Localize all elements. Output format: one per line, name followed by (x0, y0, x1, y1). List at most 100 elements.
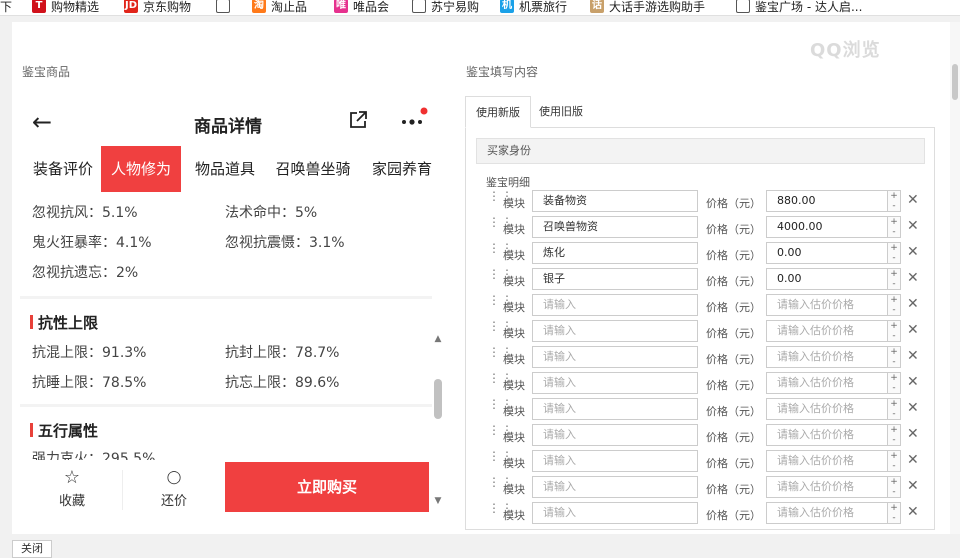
preview-scrollbar[interactable]: ▲ ▼ (432, 334, 444, 524)
bookmark-item[interactable]: T 购物精选 (32, 0, 99, 15)
module-name-input[interactable]: 召唤兽物资 (532, 216, 698, 238)
tab-old-version[interactable]: 使用旧版 (529, 96, 593, 128)
tab-character-cultivation[interactable]: 人物修为 (101, 146, 181, 192)
module-name-input[interactable]: 银子 (532, 268, 698, 290)
delete-row-icon[interactable]: ✕ (907, 270, 919, 286)
yen-coin-icon: ◯ (166, 470, 182, 485)
delete-row-icon[interactable]: ✕ (907, 218, 919, 234)
buyer-identity-header[interactable]: 买家身份 (476, 138, 925, 164)
scrollbar-thumb[interactable] (434, 379, 442, 419)
price-input[interactable]: 请输入估价价格 (766, 502, 888, 524)
price-stepper[interactable]: + - (888, 372, 901, 394)
bookmark-item[interactable]: 苏宁易购 (412, 0, 479, 15)
page-scrollbar[interactable] (950, 22, 960, 534)
drag-handle-icon[interactable]: ⋮⋮ (488, 372, 513, 390)
delete-row-icon[interactable]: ✕ (907, 452, 919, 468)
bookmark-item[interactable]: 唯唯品会 (334, 0, 389, 15)
price-stepper[interactable]: + - (888, 294, 901, 316)
drag-handle-icon[interactable]: ⋮⋮ (488, 502, 513, 520)
price-label: 价格（元） (706, 431, 761, 444)
drag-handle-icon[interactable]: ⋮⋮ (488, 216, 513, 234)
drag-handle-icon[interactable]: ⋮⋮ (488, 190, 513, 208)
price-stepper[interactable]: + - (888, 190, 901, 212)
attributes-scroll-area[interactable]: 忽视抗风：5.1% 法术命中：5% 鬼火狂暴率：4.1% 忽视抗震慑：3.1% … (12, 192, 432, 464)
price-stepper[interactable]: + - (888, 502, 901, 524)
page-scrollbar-thumb[interactable] (952, 64, 958, 100)
module-name-input[interactable]: 请输入 (532, 450, 698, 472)
drag-handle-icon[interactable]: ⋮⋮ (488, 268, 513, 286)
delete-row-icon[interactable]: ✕ (907, 426, 919, 442)
price-input[interactable]: 请输入估价价格 (766, 294, 888, 316)
module-name-input[interactable]: 请输入 (532, 346, 698, 368)
delete-row-icon[interactable]: ✕ (907, 348, 919, 364)
delete-row-icon[interactable]: ✕ (907, 244, 919, 260)
drag-handle-icon[interactable]: ⋮⋮ (488, 450, 513, 468)
module-name-input[interactable]: 请输入 (532, 320, 698, 342)
buy-now-button[interactable]: 立即购买 (225, 462, 429, 512)
drag-handle-icon[interactable]: ⋮⋮ (488, 346, 513, 364)
delete-row-icon[interactable]: ✕ (907, 192, 919, 208)
share-icon[interactable] (348, 110, 368, 130)
bookmark-item[interactable]: 机机票旅行 (500, 0, 567, 15)
price-input[interactable]: 请输入估价价格 (766, 450, 888, 472)
tab-new-version[interactable]: 使用新版 (465, 96, 531, 128)
price-stepper[interactable]: + - (888, 320, 901, 342)
module-label: 模块 (503, 431, 525, 444)
module-name-input[interactable]: 请输入 (532, 398, 698, 420)
scroll-down-icon[interactable]: ▼ (432, 496, 444, 506)
bookmark-item[interactable] (216, 0, 235, 15)
drag-handle-icon[interactable]: ⋮⋮ (488, 398, 513, 416)
tab-items[interactable]: 物品道具 (182, 146, 268, 192)
more-icon[interactable] (396, 104, 430, 132)
price-input[interactable]: 请输入估价价格 (766, 398, 888, 420)
price-stepper[interactable]: + - (888, 450, 901, 472)
scroll-up-icon[interactable]: ▲ (432, 334, 444, 344)
price-stepper[interactable]: + - (888, 424, 901, 446)
price-input[interactable]: 0.00 (766, 242, 888, 264)
drag-handle-icon[interactable]: ⋮⋮ (488, 294, 513, 312)
tab-equipment-review[interactable]: 装备评价 (22, 146, 104, 192)
module-name-input[interactable]: 请输入 (532, 502, 698, 524)
module-name-input[interactable]: 炼化 (532, 242, 698, 264)
delete-row-icon[interactable]: ✕ (907, 322, 919, 338)
detail-tabs: 装备评价 人物修为 物品道具 召唤兽坐骑 家园养育 (12, 146, 444, 192)
bookmark-item[interactable]: 鉴宝广场 - 达人启... (736, 0, 862, 15)
price-input[interactable]: 请输入估价价格 (766, 346, 888, 368)
tab-home-raising[interactable]: 家园养育 (360, 146, 444, 192)
bookmark-item[interactable]: JD 京东购物 (124, 0, 191, 15)
price-stepper[interactable]: + - (888, 242, 901, 264)
price-input[interactable]: 请输入估价价格 (766, 320, 888, 342)
price-stepper[interactable]: + - (888, 476, 901, 498)
drag-handle-icon[interactable]: ⋮⋮ (488, 476, 513, 494)
bookmark-item[interactable]: 淘淘止品 (252, 0, 307, 15)
bookmark-item[interactable]: 下 (0, 0, 12, 15)
drag-handle-icon[interactable]: ⋮⋮ (488, 320, 513, 338)
delete-row-icon[interactable]: ✕ (907, 296, 919, 312)
delete-row-icon[interactable]: ✕ (907, 374, 919, 390)
price-input[interactable]: 请输入估价价格 (766, 372, 888, 394)
module-name-input[interactable]: 请输入 (532, 372, 698, 394)
module-name-input[interactable]: 装备物资 (532, 190, 698, 212)
price-input[interactable]: 请输入估价价格 (766, 476, 888, 498)
module-name-input[interactable]: 请输入 (532, 424, 698, 446)
price-stepper[interactable]: + - (888, 216, 901, 238)
bargain-button[interactable]: ◯ 还价 (124, 460, 224, 520)
close-button[interactable]: 关闭 (12, 540, 52, 558)
tab-summon-mount[interactable]: 召唤兽坐骑 (267, 146, 359, 192)
module-name-input[interactable]: 请输入 (532, 476, 698, 498)
price-stepper[interactable]: + - (888, 346, 901, 368)
bookmark-item[interactable]: 话大话手游选购助手 (590, 0, 705, 15)
price-input[interactable]: 880.00 (766, 190, 888, 212)
price-input[interactable]: 0.00 (766, 268, 888, 290)
price-stepper[interactable]: + - (888, 398, 901, 420)
price-input[interactable]: 4000.00 (766, 216, 888, 238)
drag-handle-icon[interactable]: ⋮⋮ (488, 424, 513, 442)
price-stepper[interactable]: + - (888, 268, 901, 290)
delete-row-icon[interactable]: ✕ (907, 400, 919, 416)
delete-row-icon[interactable]: ✕ (907, 478, 919, 494)
price-input[interactable]: 请输入估价价格 (766, 424, 888, 446)
drag-handle-icon[interactable]: ⋮⋮ (488, 242, 513, 260)
module-name-input[interactable]: 请输入 (532, 294, 698, 316)
delete-row-icon[interactable]: ✕ (907, 504, 919, 520)
favorite-button[interactable]: ☆ 收藏 (22, 460, 122, 520)
